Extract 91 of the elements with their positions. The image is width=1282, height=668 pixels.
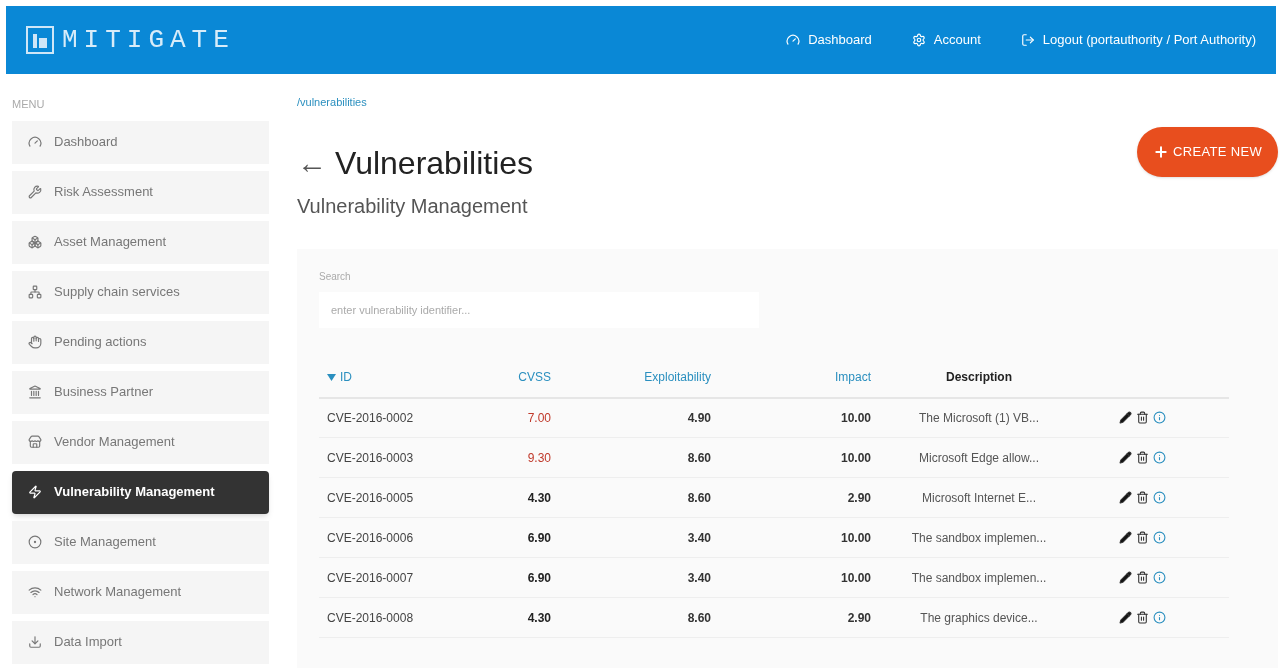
menu-item[interactable]: Dashboard (12, 120, 269, 164)
page-title: Vulnerabilities (335, 143, 534, 183)
menu-item[interactable]: Risk Assessment (12, 170, 269, 214)
table-cell: CVE-2016-0007 (319, 557, 489, 598)
info-icon[interactable] (1153, 451, 1166, 464)
menu-item[interactable]: Supply chain services (12, 270, 269, 314)
circle-icon (28, 535, 42, 549)
table-cell: CVE-2016-0002 (319, 397, 489, 438)
edit-icon[interactable] (1119, 531, 1132, 544)
edit-icon[interactable] (1119, 611, 1132, 624)
column-header[interactable]: Description (946, 368, 1012, 386)
table-cell: 8.60 (559, 477, 719, 518)
trash-icon[interactable] (1136, 531, 1149, 544)
nav-link[interactable]: Dashboard (786, 30, 872, 50)
table-cell: The graphics device... (879, 597, 1079, 638)
table-cell: 8.60 (559, 597, 719, 638)
menu-item[interactable]: Data Import (12, 620, 269, 664)
back-arrow[interactable]: ← (297, 140, 327, 185)
info-icon[interactable] (1153, 571, 1166, 584)
table-cell: 10.00 (719, 517, 879, 558)
download-icon (28, 635, 42, 649)
column-header[interactable]: Impact (835, 368, 871, 386)
search-label: Search (319, 269, 352, 284)
table-cell: CVE-2016-0008 (319, 597, 489, 638)
store-icon (28, 435, 42, 449)
info-icon[interactable] (1153, 491, 1166, 504)
table-cell: The Microsoft (1) VB... (879, 397, 1079, 438)
hand-icon (28, 335, 42, 349)
table-cell: 4.30 (489, 597, 559, 638)
nav-link[interactable]: Logout (portauthority / Port Authority) (1020, 30, 1256, 50)
column-header[interactable]: ID (327, 368, 352, 387)
page-subtitle: Vulnerability Management (297, 193, 529, 219)
table-cell: The sandbox implemen... (879, 557, 1079, 598)
table-cell: 10.00 (719, 437, 879, 478)
app-logo: MITIGATE (62, 23, 235, 57)
breadcrumb-link[interactable]: /vulnerabilities (297, 94, 1278, 111)
menu-item[interactable]: Vulnerability Management (12, 470, 269, 514)
bank-icon (28, 385, 42, 399)
table-cell: 9.30 (489, 437, 559, 478)
wrench-icon (28, 185, 42, 199)
table-cell: 7.00 (489, 397, 559, 438)
edit-icon[interactable] (1119, 451, 1132, 464)
info-icon[interactable] (1153, 611, 1166, 624)
table-cell: 3.40 (559, 557, 719, 598)
boxes-icon (28, 235, 42, 249)
column-header[interactable]: Exploitability (644, 368, 711, 386)
table-cell: 6.90 (489, 557, 559, 598)
menu-item[interactable]: Asset Management (12, 220, 269, 264)
edit-icon[interactable] (1119, 411, 1132, 425)
menu-title: MENU (12, 97, 46, 112)
search-field[interactable]: enter vulnerability identifier... (319, 291, 759, 328)
table-cell: 6.90 (489, 517, 559, 558)
create-new-button[interactable]: CREATE NEW (1137, 126, 1278, 177)
table-cell: Microsoft Internet E... (879, 477, 1079, 518)
table-cell: 8.60 (559, 437, 719, 478)
table-cell: 4.30 (489, 477, 559, 518)
wifi-icon (28, 585, 42, 599)
table-cell: 2.90 (719, 477, 879, 518)
table-cell: CVE-2016-0006 (319, 517, 489, 558)
table-cell: 4.90 (559, 397, 719, 438)
gauge-icon (28, 135, 42, 149)
trash-icon[interactable] (1136, 491, 1149, 504)
menu-item[interactable]: Pending actions (12, 320, 269, 364)
info-icon[interactable] (1153, 531, 1166, 544)
table-cell: 10.00 (719, 397, 879, 438)
sort-down-icon (327, 373, 336, 381)
gauge-icon (786, 33, 801, 47)
trash-icon[interactable] (1136, 411, 1149, 425)
table-cell: 3.40 (559, 517, 719, 558)
menu-item[interactable]: Site Management (12, 520, 269, 564)
table-cell: 10.00 (719, 557, 879, 598)
nav-link[interactable]: Account (911, 30, 981, 50)
menu-item[interactable]: Vendor Management (12, 420, 269, 464)
table-cell: The sandbox implemen... (879, 517, 1079, 558)
column-header[interactable]: CVSS (518, 368, 551, 386)
trash-icon[interactable] (1136, 611, 1149, 624)
logo-icon (26, 26, 54, 54)
logout-icon (1020, 33, 1035, 47)
trash-icon[interactable] (1136, 451, 1149, 464)
edit-icon[interactable] (1119, 571, 1132, 584)
table-cell: 2.90 (719, 597, 879, 638)
table-cell: CVE-2016-0003 (319, 437, 489, 478)
table-cell: Microsoft Edge allow... (879, 437, 1079, 478)
trash-icon[interactable] (1136, 571, 1149, 584)
bolt-icon (28, 485, 42, 499)
edit-icon[interactable] (1119, 491, 1132, 504)
settings-icon (911, 33, 926, 47)
table-cell: CVE-2016-0005 (319, 477, 489, 518)
menu-item[interactable]: Business Partner (12, 370, 269, 414)
menu-item[interactable]: Network Management (12, 570, 269, 614)
network-icon (28, 285, 42, 299)
